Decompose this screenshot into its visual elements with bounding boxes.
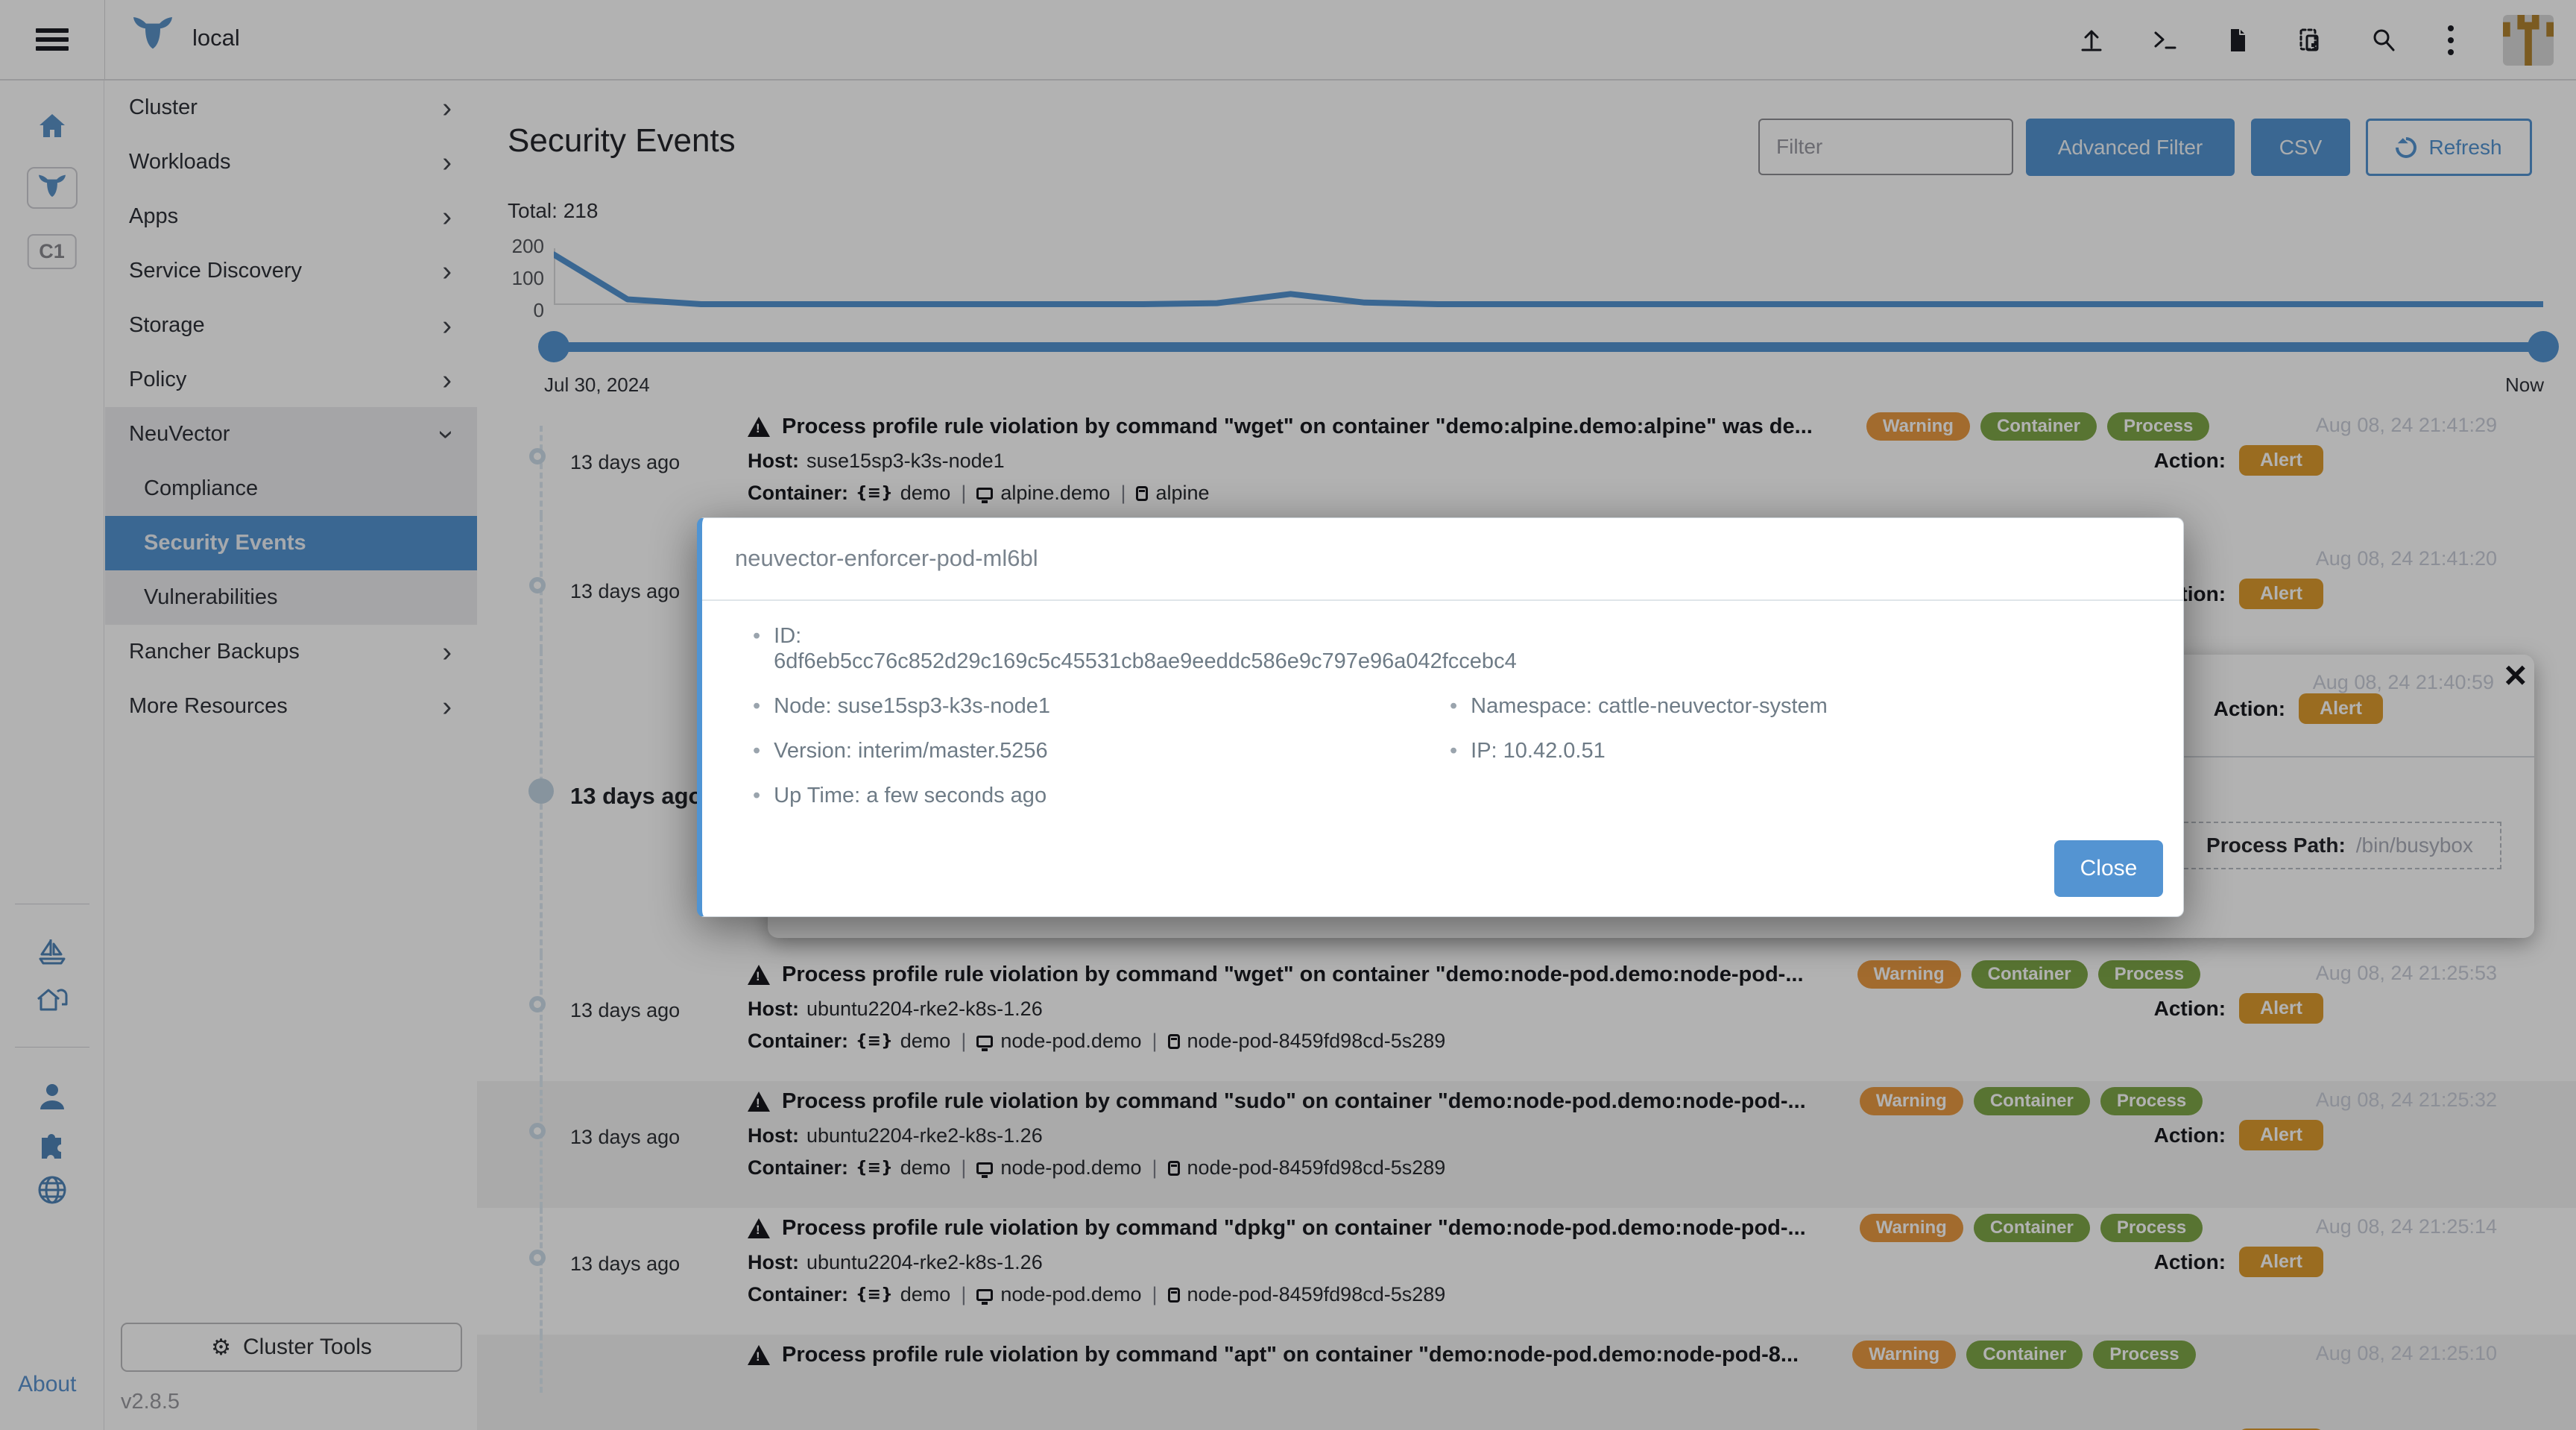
modal-detail-item: • Version: interim/master.5256 [753,738,1450,763]
detail-text: Up Time: a few seconds ago [774,783,1046,808]
bullet-icon: • [753,693,760,719]
bullet-icon: • [753,783,760,808]
detail-text: ID: 6df6eb5cc76c852d29c169c5c45531cb8ae9… [774,623,1517,674]
modal-body: • ID: 6df6eb5cc76c852d29c169c5c45531cb8ae… [702,601,2183,808]
bullet-icon: • [1450,738,1457,763]
modal-title: neuvector-enforcer-pod-ml6bl [735,545,2150,572]
modal-detail-item: • Node: suse15sp3-k3s-node1 [753,693,1450,719]
detail-text: Node: suse15sp3-k3s-node1 [774,693,1050,719]
modal-detail-item: • IP: 10.42.0.51 [1450,738,2138,763]
modal-detail-item: • Up Time: a few seconds ago [753,783,1450,808]
detail-text: Namespace: cattle-neuvector-system [1471,693,1828,719]
modal-detail-item: •ID: 6df6eb5cc76c852d29c169c5c45531cb8ae… [753,623,1450,674]
bullet-icon: • [753,623,760,649]
close-button[interactable]: Close [2054,840,2163,897]
bullet-icon: • [753,738,760,763]
detail-text: IP: 10.42.0.51 [1471,738,1606,763]
enforcer-details-modal: neuvector-enforcer-pod-ml6bl • ID: 6df6eb… [697,517,2184,917]
bullet-icon: • [1450,693,1457,719]
modal-detail-item: • Namespace: cattle-neuvector-system [1450,693,2138,719]
modal-detail-item [1450,623,2138,674]
detail-text: Version: interim/master.5256 [774,738,1048,763]
modal-header: neuvector-enforcer-pod-ml6bl [702,518,2183,601]
modal-detail-item [1450,783,2138,808]
